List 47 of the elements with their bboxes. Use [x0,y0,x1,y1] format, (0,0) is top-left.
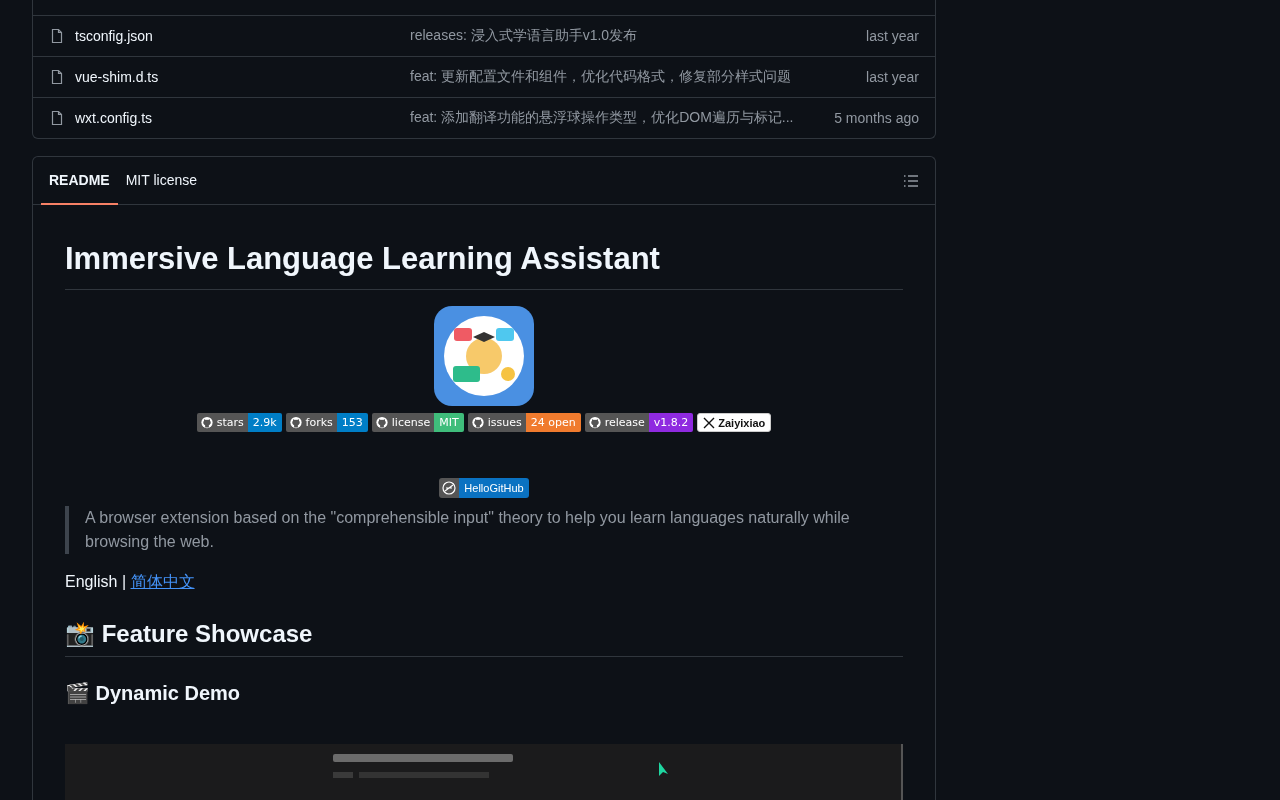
section-heading: 📸 Feature Showcase [65,620,903,657]
readme-tab[interactable]: README [41,157,118,205]
outline-icon[interactable] [903,172,919,189]
github-badge[interactable]: stars 2.9k [196,413,282,432]
github-icon [196,413,215,432]
description-quote: A browser extension based on the "comprehensible input" theory to help you learn languages naturally while browsing the web. [65,506,903,554]
commit-time: 5 months ago [834,110,919,126]
file-icon [49,28,65,44]
hellogithub-icon [442,481,457,495]
badge-value: v1.8.2 [648,413,694,432]
commit-time: last year [866,28,919,44]
badge-label: release [602,413,649,432]
chinese-link[interactable]: 简体中文 [130,573,195,590]
github-badge[interactable]: issues 24 open [467,413,581,432]
badge-label: forks [303,413,337,432]
github-icon [584,413,603,432]
x-logo-icon [703,416,716,429]
file-icon [49,69,65,85]
commit-message-link[interactable]: feat: 添加翻译功能的悬浮球操作类型，优化DOM遍历与标记... [410,109,835,127]
badge-value: MIT [434,413,464,432]
badge-label: Zaiyixiao [718,416,766,429]
github-icon [285,413,304,432]
github-badge[interactable]: forks 153 [285,413,368,432]
commit-time: last year [866,69,919,85]
hellogithub-badge[interactable]: HelloGitHub [439,478,529,498]
subsection-heading: 🎬 Dynamic Demo [65,681,242,705]
file-name-link[interactable]: wxt.config.ts [75,110,410,126]
badge-label: stars [214,413,248,432]
badge-label: issues [485,413,526,432]
badge-label: HelloGitHub [459,478,529,498]
file-name-link[interactable]: tsconfig.json [75,28,410,44]
language-label: English | [65,573,127,590]
github-icon [467,413,486,432]
github-icon [371,413,390,432]
github-badge[interactable]: license MIT [371,413,464,432]
badge-label: license [389,413,435,432]
file-icon [49,110,65,126]
social-badge[interactable]: Zaiyixiao [697,413,772,432]
commit-message-link[interactable]: releases: 浸入式学语言助手v1.0发布 [410,27,867,45]
readme-tab[interactable]: MIT license [117,157,205,205]
badge-value: 153 [336,413,368,432]
file-name-link[interactable]: vue-shim.d.ts [75,69,410,85]
badge-value: 24 open [525,413,581,432]
commit-message-link[interactable]: feat: 更新配置文件和组件，优化代码格式，修复部分样式问题 [410,68,867,86]
badge-value: 2.9k [247,413,282,432]
readme-title: Immersive Language Learning Assistant [65,241,903,290]
github-badge[interactable]: release v1.8.2 [584,413,694,432]
